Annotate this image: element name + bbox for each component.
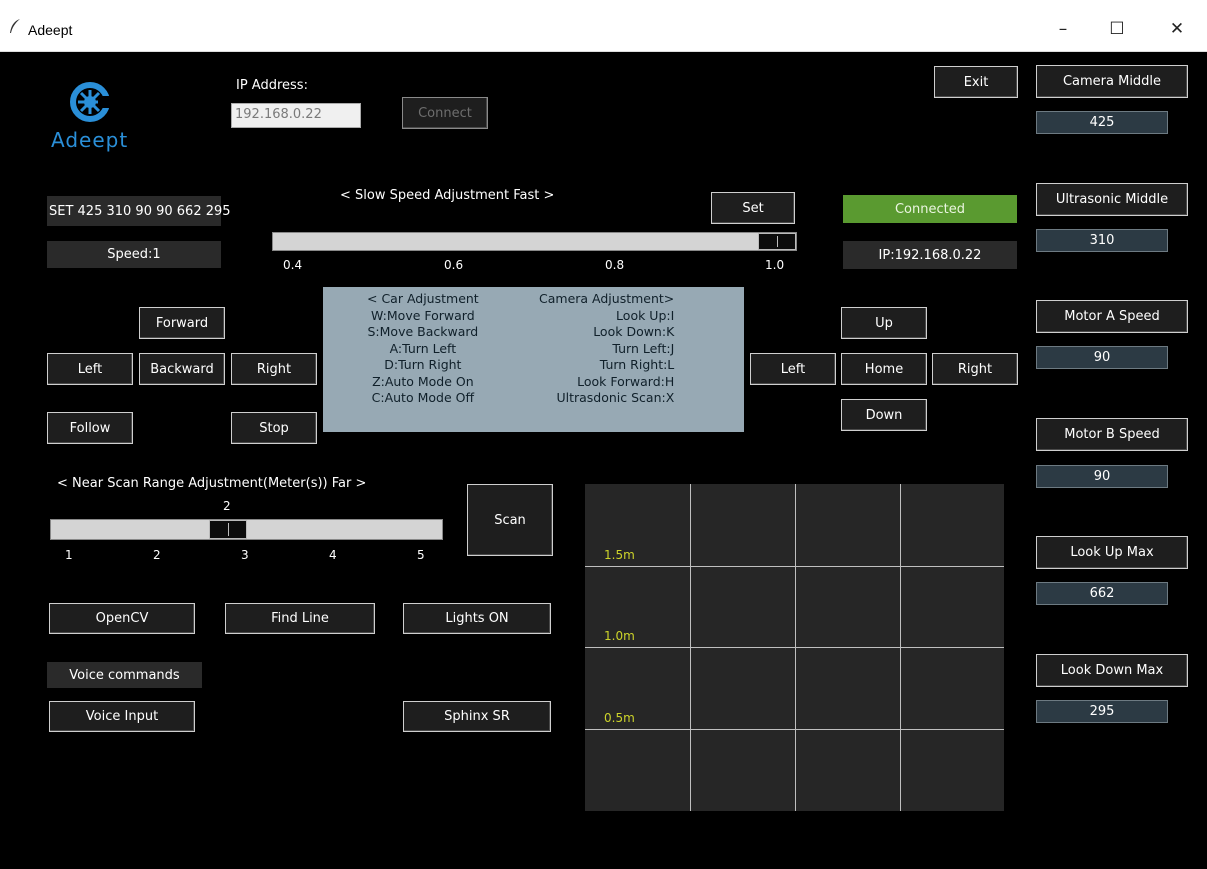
speed-display: Speed:1 [47, 241, 221, 268]
car-right-button[interactable]: Right [231, 353, 317, 385]
radar-grid-line [585, 729, 1004, 730]
camera-help-line: Ultrasdonic Scan:X [556, 390, 675, 405]
camera-middle-button[interactable]: Camera Middle [1036, 65, 1188, 98]
backward-button[interactable]: Backward [139, 353, 225, 385]
stop-button[interactable]: Stop [231, 412, 317, 444]
scan-button[interactable]: Scan [467, 484, 553, 556]
car-help-line: Z:Auto Mode On [372, 373, 474, 389]
car-left-button[interactable]: Left [47, 353, 133, 385]
radar-grid-line [585, 647, 1004, 648]
look-up-max-button[interactable]: Look Up Max [1036, 536, 1188, 569]
maximize-button[interactable]: ☐ [1094, 12, 1140, 46]
voice-commands-label: Voice commands [47, 662, 202, 688]
feather-icon [10, 19, 20, 33]
ip-address-input[interactable]: 192.168.0.22 [231, 103, 361, 128]
logo-text: Adeept [51, 128, 129, 152]
look-up-max-value: 662 [1036, 582, 1168, 605]
adeept-logo: Adeept [50, 70, 144, 158]
car-help-line: D:Turn Right [384, 357, 462, 372]
app-body: Adeept IP Address: 192.168.0.22 Connect … [0, 52, 1207, 869]
ultrasonic-middle-button[interactable]: Ultrasonic Middle [1036, 183, 1188, 216]
car-help-line: A:Turn Left [389, 340, 457, 356]
connection-status: Connected [843, 195, 1017, 223]
connect-button[interactable]: Connect [402, 97, 488, 129]
exit-button[interactable]: Exit [934, 66, 1018, 98]
speed-tick: 0.8 [605, 258, 625, 272]
radar-distance-label: 1.0m [604, 629, 635, 643]
car-help-column: < Car Adjustment W:Move Forward S:Move B… [367, 291, 479, 407]
car-help-title: < Car Adjustment [367, 291, 479, 306]
set-command-display: SET 425 310 90 90 662 295 [47, 196, 231, 226]
speed-slider-title: < Slow Speed Adjustment Fast > [340, 188, 555, 203]
look-down-max-button[interactable]: Look Down Max [1036, 654, 1188, 687]
keyboard-help-panel: < Car Adjustment W:Move Forward S:Move B… [323, 287, 744, 432]
car-help-line: C:Auto Mode Off [371, 390, 475, 405]
camera-up-button[interactable]: Up [841, 307, 927, 339]
window-title: Adeept [28, 22, 73, 38]
speed-tick: 1.0 [765, 258, 785, 272]
look-down-max-value: 295 [1036, 700, 1168, 723]
camera-middle-value: 425 [1036, 111, 1168, 134]
window-titlebar: Adeept – ☐ ✕ [0, 0, 1207, 52]
scan-tick: 2 [153, 548, 161, 562]
camera-help-line: Look Down:K [593, 324, 675, 339]
scan-tick: 4 [329, 548, 337, 562]
scan-range-slider-track[interactable] [50, 519, 443, 540]
camera-help-title: Camera Adjustment> [539, 291, 675, 306]
camera-left-button[interactable]: Left [750, 353, 836, 385]
speed-tick: 0.6 [444, 258, 464, 272]
scan-tick: 3 [241, 548, 249, 562]
speed-slider-track[interactable] [272, 232, 797, 251]
radar-distance-label: 1.5m [604, 548, 635, 562]
car-help-line: W:Move Forward [371, 307, 475, 323]
camera-right-button[interactable]: Right [932, 353, 1018, 385]
camera-help-line: Look Up:I [616, 307, 675, 323]
close-window-button[interactable]: ✕ [1154, 12, 1200, 46]
motor-a-speed-value: 90 [1036, 346, 1168, 369]
lights-button[interactable]: Lights ON [403, 603, 551, 634]
ultrasonic-radar-view: 1.5m 1.0m 0.5m [585, 484, 1004, 811]
speed-slider-thumb[interactable] [758, 233, 796, 250]
radar-distance-label: 0.5m [604, 711, 635, 725]
car-help-line: S:Move Backward [367, 324, 479, 339]
radar-grid-line [585, 566, 1004, 567]
forward-button[interactable]: Forward [139, 307, 225, 339]
camera-down-button[interactable]: Down [841, 399, 927, 431]
camera-help-line: Turn Left:J [612, 340, 675, 356]
sphinx-sr-button[interactable]: Sphinx SR [403, 701, 551, 732]
follow-button[interactable]: Follow [47, 412, 133, 444]
camera-help-line: Look Forward:H [577, 373, 675, 389]
camera-help-column: Camera Adjustment> Look Up:I Look Down:K… [539, 291, 674, 407]
scan-range-title: < Near Scan Range Adjustment(Meter(s)) F… [57, 476, 367, 491]
opencv-button[interactable]: OpenCV [49, 603, 195, 634]
gear-logo-icon [70, 82, 114, 122]
motor-b-speed-value: 90 [1036, 465, 1168, 488]
speed-set-button[interactable]: Set [711, 192, 795, 224]
ip-status-display: IP:192.168.0.22 [843, 241, 1017, 269]
camera-home-button[interactable]: Home [841, 353, 927, 385]
speed-tick: 0.4 [283, 258, 303, 272]
scan-tick: 1 [65, 548, 73, 562]
find-line-button[interactable]: Find Line [225, 603, 375, 634]
voice-input-button[interactable]: Voice Input [49, 701, 195, 732]
camera-help-line: Turn Right:L [599, 357, 675, 372]
ultrasonic-middle-value: 310 [1036, 229, 1168, 252]
minimize-button[interactable]: – [1040, 12, 1086, 46]
scan-range-slider-thumb[interactable] [209, 520, 247, 539]
motor-b-speed-button[interactable]: Motor B Speed [1036, 418, 1188, 451]
scan-tick: 5 [417, 548, 425, 562]
ip-address-label: IP Address: [236, 78, 308, 93]
motor-a-speed-button[interactable]: Motor A Speed [1036, 300, 1188, 333]
scan-range-value: 2 [223, 499, 231, 513]
